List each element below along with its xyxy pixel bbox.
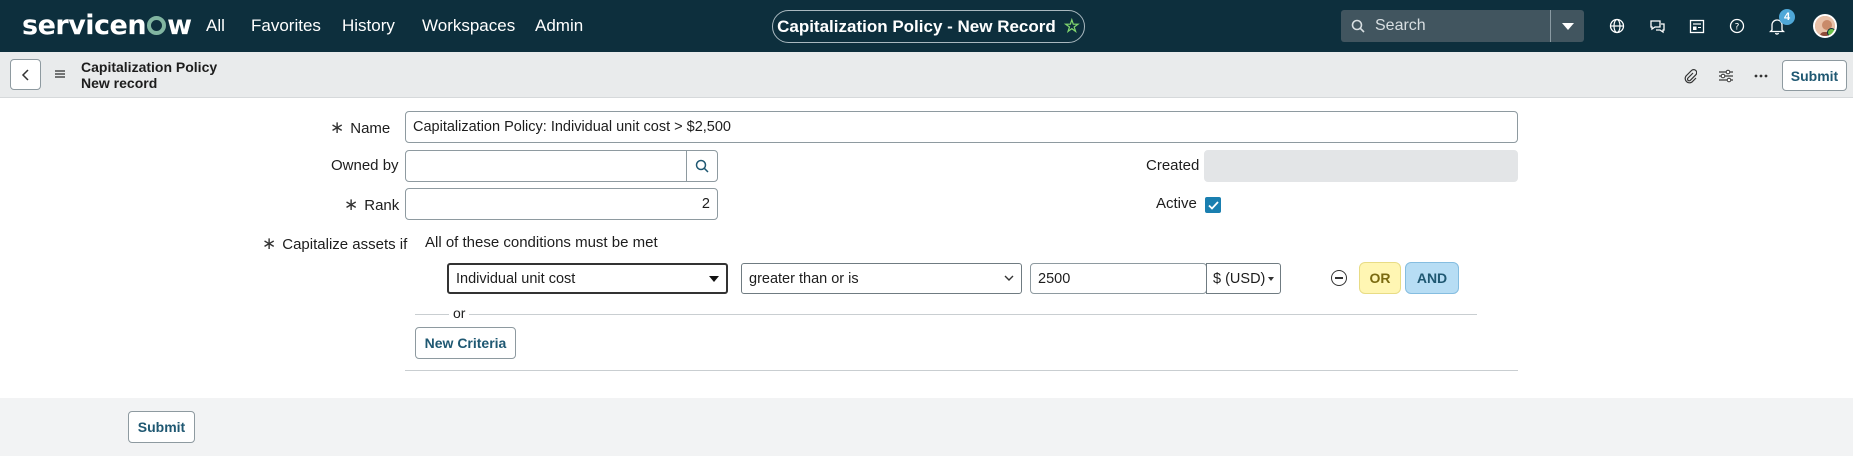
record-title: Capitalization Policy - New Record <box>777 16 1056 36</box>
currency-select[interactable]: $ (USD) <box>1206 263 1281 294</box>
name-label: ∗ Name <box>330 118 391 137</box>
condition-field-value: Individual unit cost <box>456 270 576 287</box>
search-placeholder: Search <box>1375 17 1426 34</box>
submit-button-bottom[interactable]: Submit <box>128 411 195 443</box>
chevron-left-icon <box>21 68 29 81</box>
global-search[interactable]: Search <box>1341 10 1551 42</box>
globe-icon[interactable] <box>1607 16 1627 36</box>
avatar[interactable] <box>1813 14 1837 38</box>
rank-label: ∗ Rank <box>344 195 400 214</box>
search-scope-dropdown[interactable] <box>1550 10 1584 42</box>
owned-by-label: Owned by <box>331 157 399 174</box>
capitalize-label: ∗ Capitalize assets if <box>262 234 408 253</box>
required-asterisk-icon: ∗ <box>330 118 345 137</box>
or-button[interactable]: OR <box>1359 262 1401 294</box>
condition-value-input[interactable]: 2500 <box>1030 263 1207 294</box>
new-criteria-button[interactable]: New Criteria <box>415 327 516 359</box>
condition-operator-select[interactable]: greater than or is <box>741 263 1022 294</box>
more-icon[interactable] <box>1751 66 1771 86</box>
star-icon[interactable]: ☆ <box>1064 16 1080 37</box>
caret-down-icon <box>1561 22 1574 30</box>
search-icon <box>1351 19 1365 33</box>
nav-all[interactable]: All <box>206 16 225 36</box>
or-divider <box>415 314 1477 315</box>
owned-by-lookup-button[interactable] <box>686 150 718 182</box>
active-label: Active <box>1156 195 1197 212</box>
sliders-icon[interactable] <box>1716 66 1736 86</box>
or-separator-label: or <box>449 305 470 321</box>
rank-input[interactable]: 2 <box>405 188 718 220</box>
nav-history[interactable]: History <box>342 16 395 36</box>
help-icon[interactable]: ? <box>1727 16 1747 36</box>
nav-favorites[interactable]: Favorites <box>251 16 321 36</box>
condition-operator-value: greater than or is <box>749 270 859 287</box>
record-header-title: Capitalization Policy New record <box>81 59 217 91</box>
checkmark-icon <box>1207 200 1219 210</box>
newspaper-icon[interactable] <box>1687 16 1707 36</box>
caret-down-icon <box>709 275 719 282</box>
nav-admin[interactable]: Admin <box>535 16 583 36</box>
condition-summary: All of these conditions must be met <box>425 234 658 251</box>
active-checkbox[interactable] <box>1205 197 1221 213</box>
submit-button-top[interactable]: Submit <box>1782 60 1847 91</box>
remove-condition-icon[interactable] <box>1331 270 1347 286</box>
servicenow-logo[interactable]: servicen w <box>22 10 192 41</box>
search-icon <box>695 159 709 173</box>
paperclip-icon[interactable] <box>1680 66 1700 86</box>
notification-badge: 4 <box>1779 9 1795 25</box>
form-header: Capitalization Policy New record Submit <box>0 52 1853 98</box>
top-navigation: servicen w All Favorites History Workspac… <box>0 0 1853 52</box>
nav-workspaces[interactable]: Workspaces <box>422 16 515 36</box>
chat-icon[interactable] <box>1647 16 1667 36</box>
record-title-pill[interactable]: Capitalization Policy - New Record ☆ <box>772 10 1085 43</box>
caret-down-icon <box>1268 276 1274 281</box>
form-footer <box>0 398 1853 456</box>
chevron-down-icon <box>1004 275 1014 281</box>
name-input[interactable]: Capitalization Policy: Individual unit c… <box>405 111 1518 143</box>
owned-by-input[interactable] <box>405 150 688 182</box>
and-button[interactable]: AND <box>1405 262 1459 294</box>
condition-builder-bottom-border <box>405 370 1518 371</box>
created-field <box>1204 150 1518 182</box>
required-asterisk-icon: ∗ <box>344 195 359 214</box>
svg-text:?: ? <box>1735 23 1740 33</box>
online-status-icon <box>1827 28 1835 36</box>
table-name: Capitalization Policy <box>81 59 218 75</box>
required-asterisk-icon: ∗ <box>262 234 277 253</box>
condition-field-select[interactable]: Individual unit cost <box>447 263 728 294</box>
created-label: Created <box>1146 157 1200 174</box>
record-state: New record <box>81 75 158 91</box>
context-menu-icon[interactable] <box>53 67 69 83</box>
back-button[interactable] <box>10 59 41 90</box>
currency-value: $ (USD) <box>1213 270 1266 287</box>
